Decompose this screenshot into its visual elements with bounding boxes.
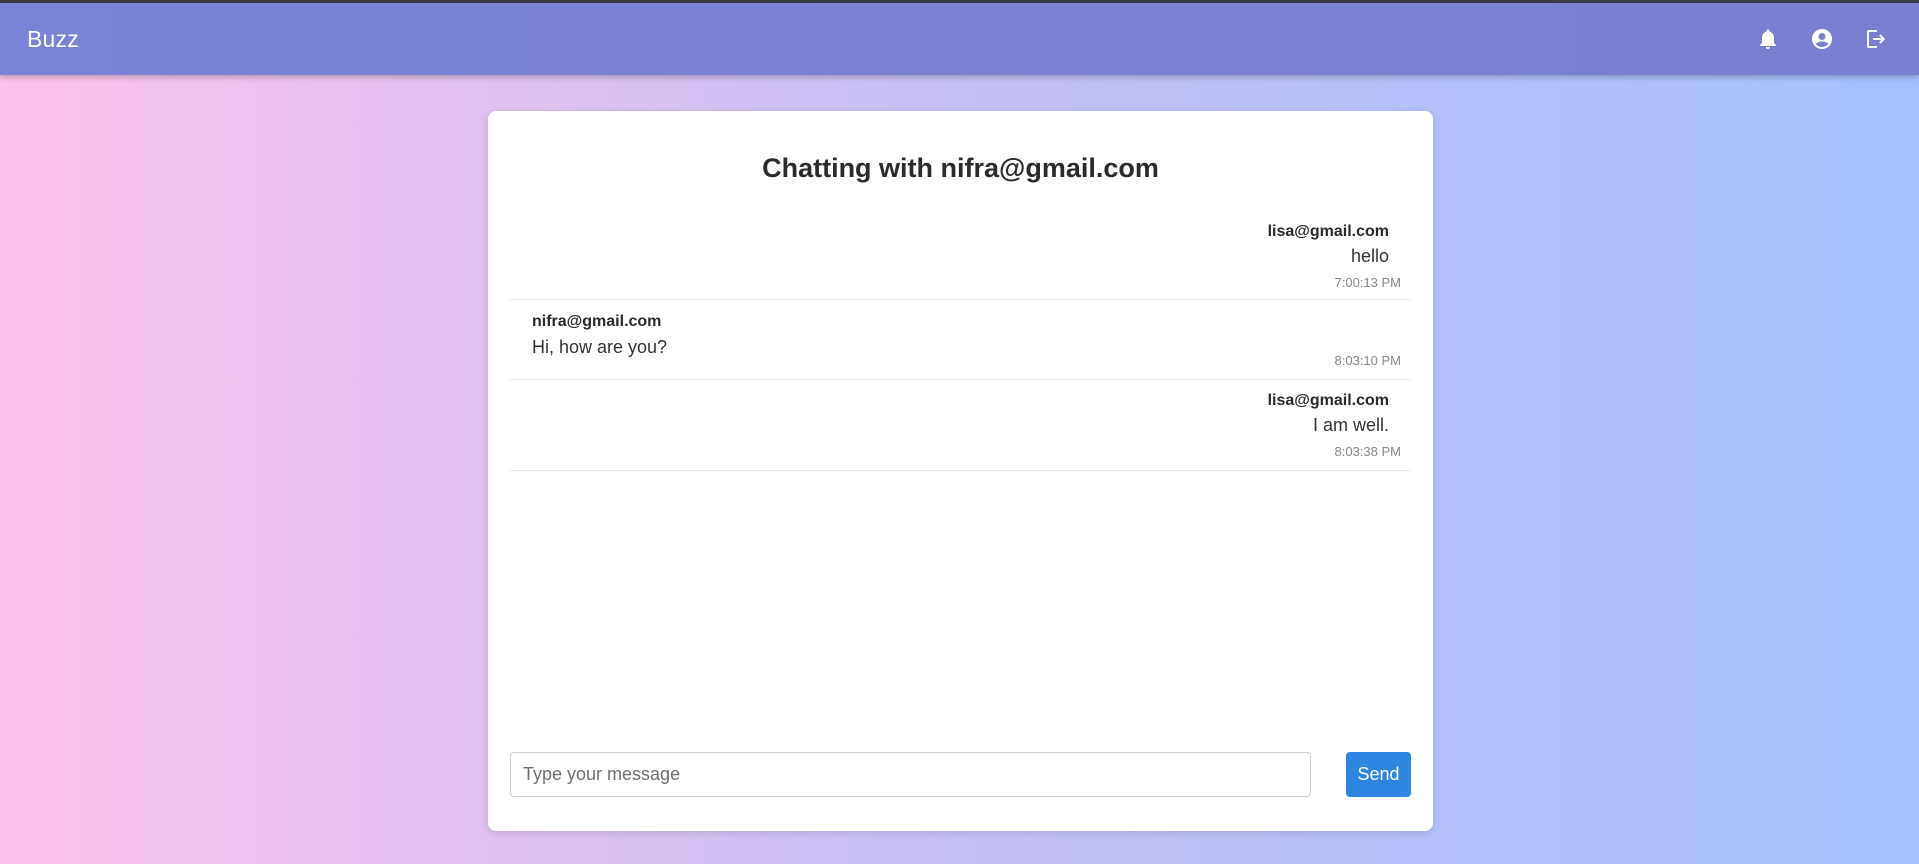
navbar: Buzz [0,3,1919,75]
bell-icon[interactable] [1756,27,1780,51]
chat-title: Chatting with nifra@gmail.com [762,153,1159,183]
message-time: 8:03:38 PM [1334,444,1402,459]
message-sender: nifra@gmail.com [532,313,662,330]
message-text: I am well. [1312,415,1389,435]
navbar-actions [1756,27,1888,51]
message-sender: lisa@gmail.com [1267,223,1389,240]
user-circle-icon[interactable] [1810,27,1834,51]
message-list[interactable]: lisa@gmail.com hello 7:00:13 PM nifra@gm… [510,211,1411,471]
message-item: lisa@gmail.com I am well. 8:03:38 PM [510,380,1411,471]
brand-logo[interactable]: Buzz [27,26,79,53]
message-sender: lisa@gmail.com [1267,392,1389,409]
logout-icon[interactable] [1864,27,1888,51]
chat-panel: Chatting with nifra@gmail.com lisa@gmail… [488,111,1433,831]
message-text: Hi, how are you? [532,337,668,357]
message-text: hello [1350,246,1389,266]
send-button[interactable]: Send [1346,752,1411,797]
message-time: 7:00:13 PM [1334,275,1402,290]
message-item: lisa@gmail.com hello 7:00:13 PM [510,211,1411,300]
message-input[interactable] [510,752,1311,797]
message-time: 8:03:10 PM [1334,353,1402,368]
message-item: nifra@gmail.com Hi, how are you? 8:03:10… [510,300,1411,380]
message-composer: Send [510,752,1411,797]
